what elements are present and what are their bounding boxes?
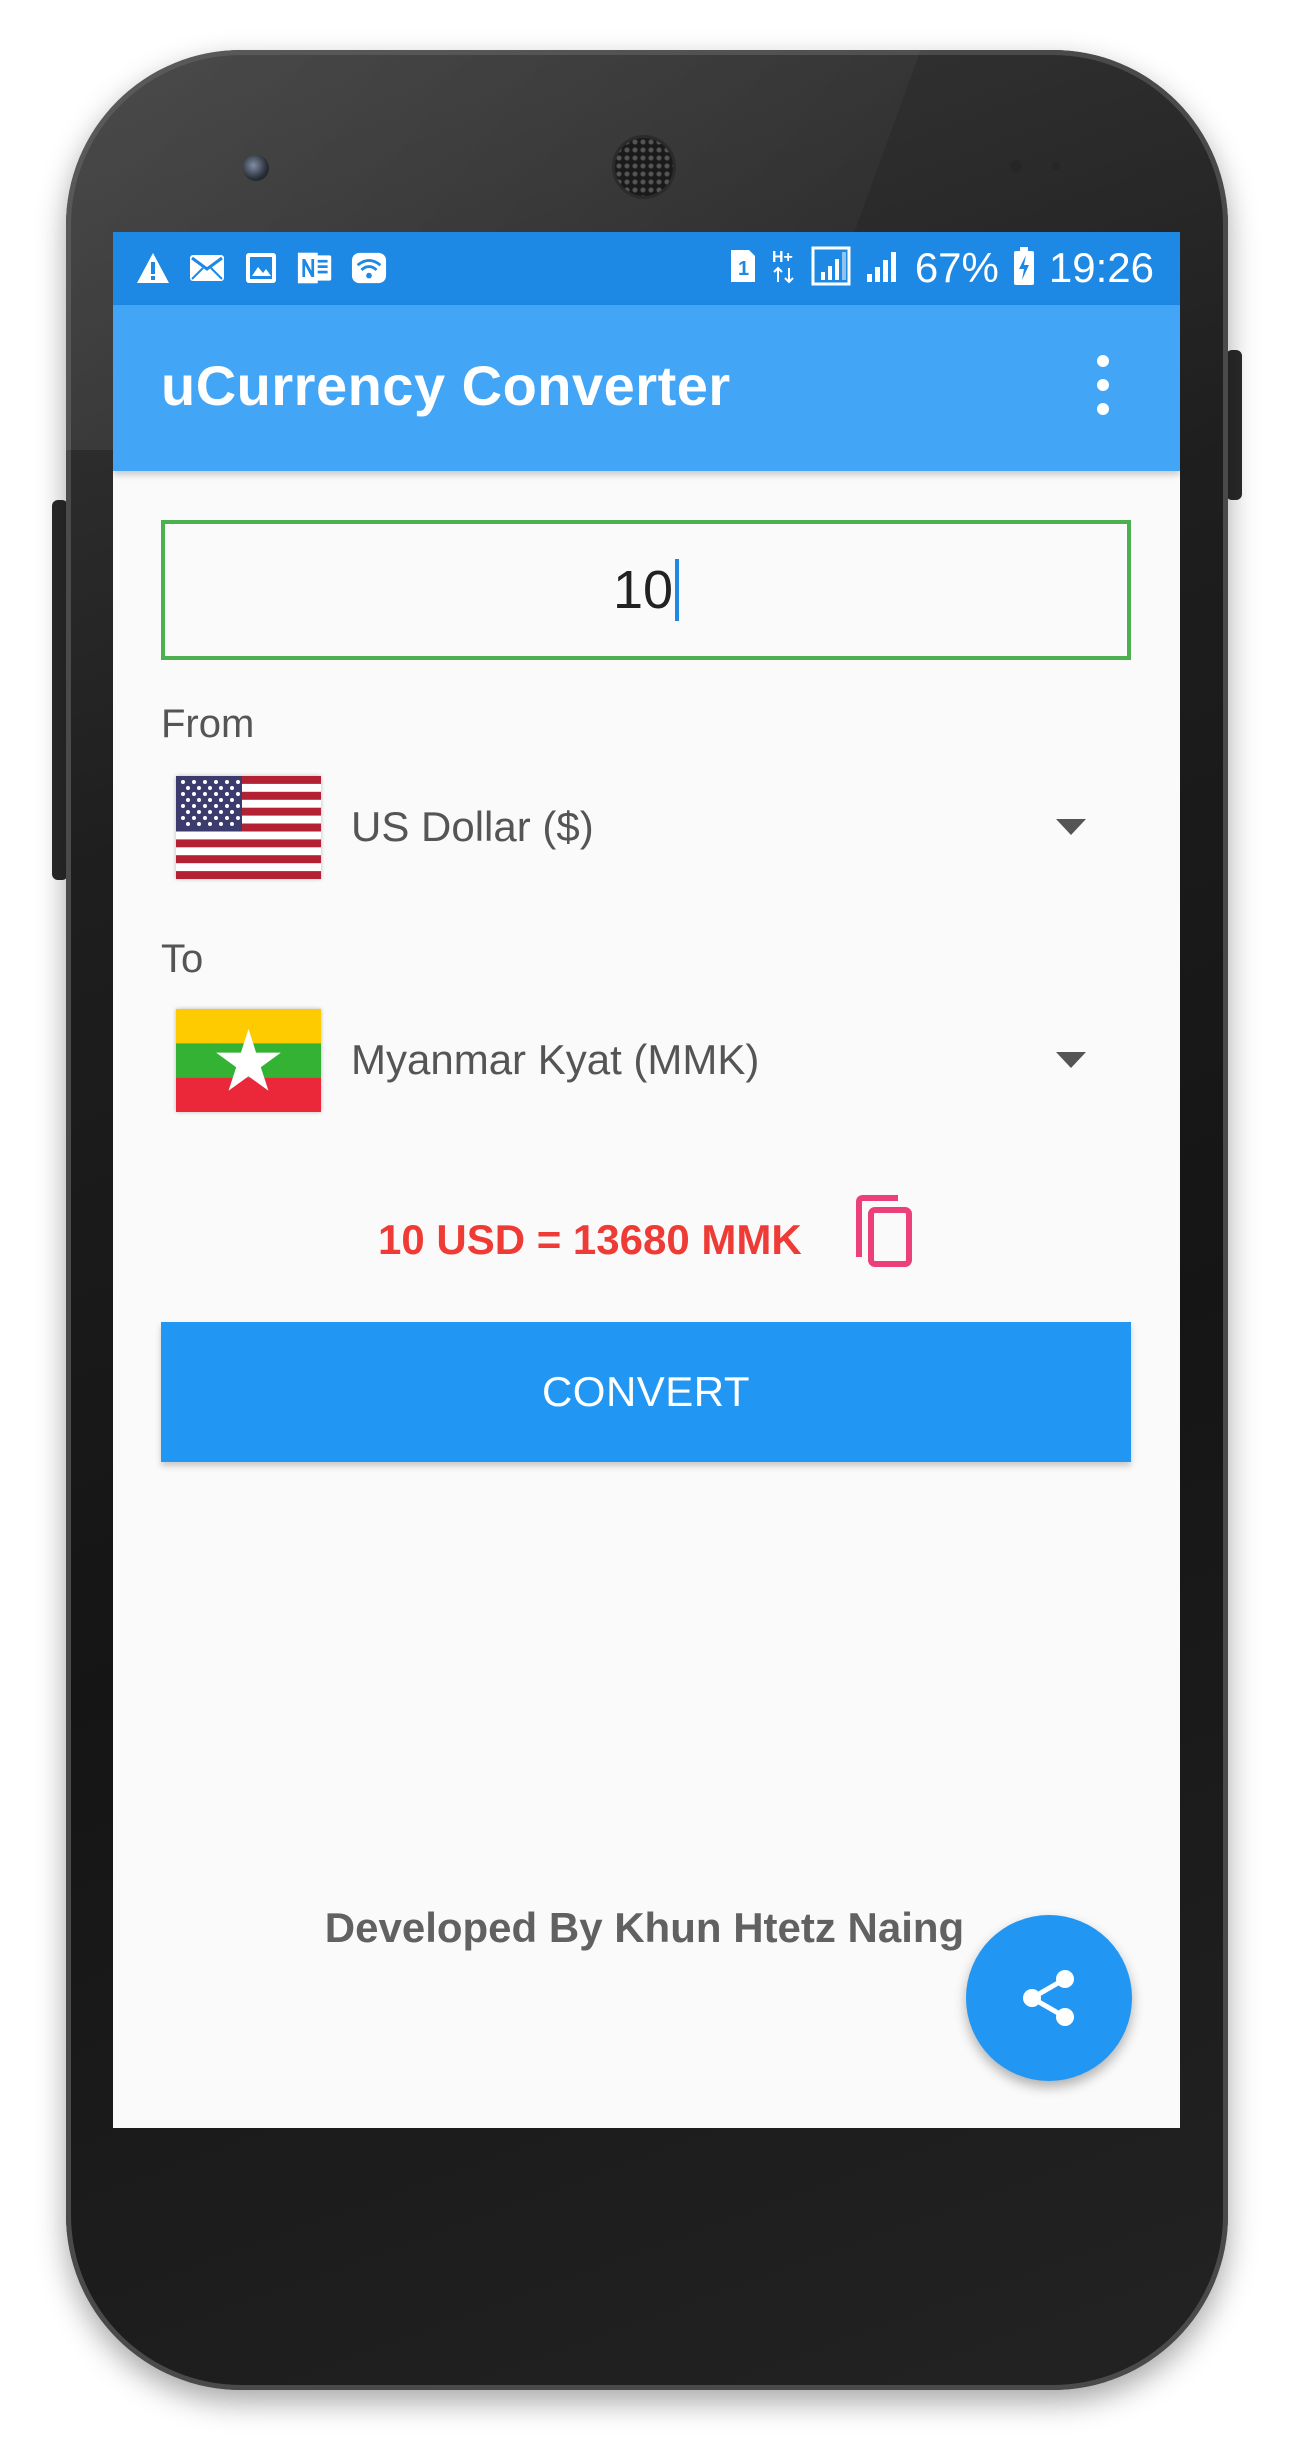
battery-charging-icon bbox=[1013, 246, 1035, 290]
amount-value: 10 bbox=[612, 560, 674, 620]
text-cursor bbox=[675, 559, 680, 621]
image-icon bbox=[243, 250, 279, 286]
proximity-sensor bbox=[1010, 160, 1022, 172]
front-camera bbox=[243, 155, 269, 181]
hplus-icon: H+ bbox=[771, 246, 797, 291]
mail-icon bbox=[189, 250, 225, 286]
dropdown-arrow-icon bbox=[1056, 1052, 1086, 1068]
share-button[interactable] bbox=[966, 1915, 1132, 2081]
power-button bbox=[1226, 350, 1242, 500]
system-status: 1 H+ 67% 19:26 bbox=[729, 240, 1154, 296]
warning-icon bbox=[135, 250, 171, 286]
battery-percent: 67% bbox=[914, 244, 999, 291]
myanmar-flag-icon bbox=[176, 1008, 321, 1112]
from-currency-name: US Dollar ($) bbox=[351, 803, 594, 850]
sim-icon: 1 bbox=[729, 248, 757, 289]
us-flag-icon bbox=[176, 775, 321, 879]
copy-icon[interactable] bbox=[847, 1192, 917, 1272]
light-sensor bbox=[1052, 162, 1060, 170]
onenote-icon bbox=[297, 250, 333, 286]
from-label: From bbox=[161, 702, 255, 746]
status-bar: 1 H+ 67% 19:26 bbox=[113, 232, 1180, 305]
signal-icon bbox=[811, 246, 851, 291]
dropdown-arrow-icon bbox=[1056, 819, 1086, 835]
from-currency-select[interactable]: US Dollar ($) bbox=[176, 772, 1106, 882]
app-bar: uCurrency Converter bbox=[113, 305, 1180, 471]
wifi-icon bbox=[351, 250, 387, 286]
to-label: To bbox=[161, 937, 204, 981]
clock: 19:26 bbox=[1048, 244, 1154, 291]
app-title: uCurrency Converter bbox=[161, 354, 731, 417]
notification-icons bbox=[135, 250, 387, 286]
to-currency-select[interactable]: Myanmar Kyat (MMK) bbox=[176, 1005, 1106, 1115]
screen: 1 H+ 67% 19:26 uCurrency Converter 10 Fr… bbox=[113, 232, 1180, 2128]
earpiece-speaker bbox=[615, 138, 673, 196]
to-currency-name: Myanmar Kyat (MMK) bbox=[351, 1036, 760, 1083]
conversion-result: 10 USD = 13680 MMK bbox=[378, 1216, 802, 1263]
result-row: 10 USD = 13680 MMK bbox=[113, 1192, 1180, 1292]
share-icon bbox=[1023, 1970, 1074, 2026]
svg-text:H+: H+ bbox=[772, 249, 793, 266]
signal-icon bbox=[865, 248, 901, 289]
svg-text:1: 1 bbox=[738, 258, 749, 280]
amount-input[interactable]: 10 bbox=[161, 520, 1131, 660]
more-vert-icon[interactable] bbox=[1088, 355, 1118, 415]
developer-credit-text: Developed By Khun Htetz Naing bbox=[324, 1904, 965, 1951]
convert-button[interactable]: CONVERT bbox=[161, 1322, 1131, 1462]
